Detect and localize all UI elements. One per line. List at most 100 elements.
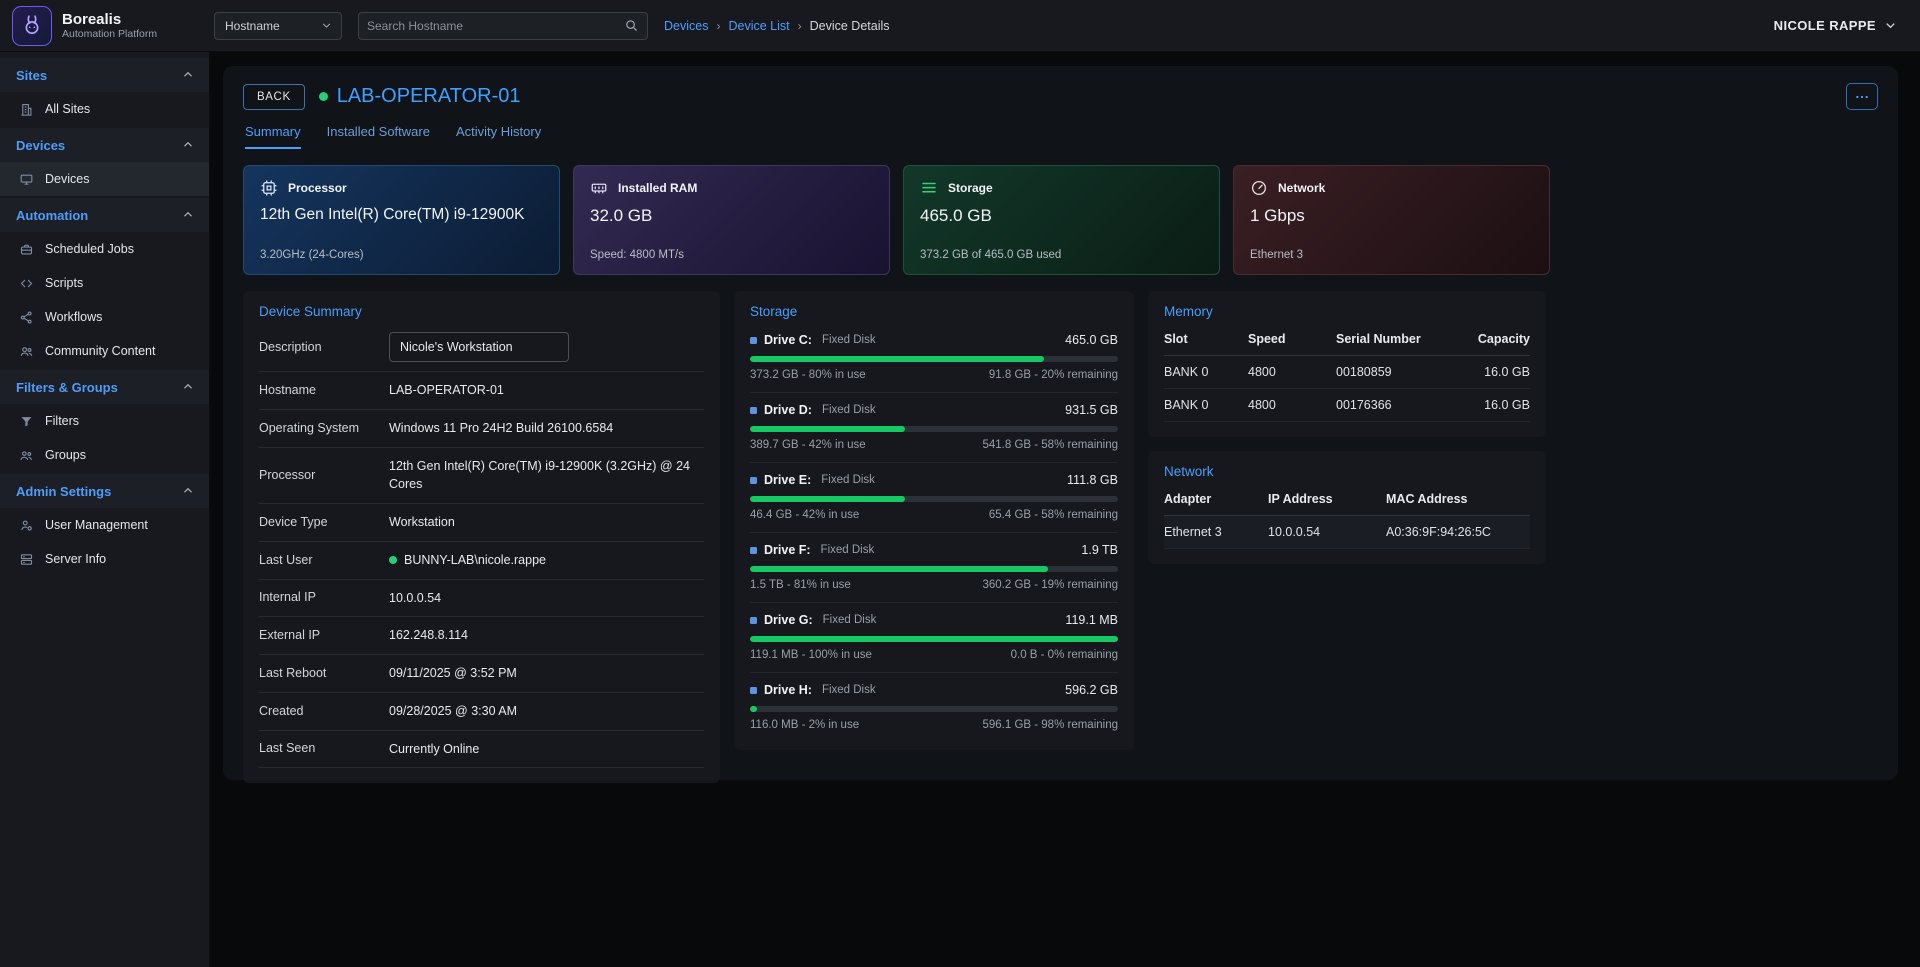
row-label: Last User	[259, 552, 389, 569]
hostname-filter-dropdown[interactable]: Hostname	[214, 12, 342, 40]
card-title: Memory	[1164, 304, 1530, 319]
drive-type: Fixed Disk	[822, 404, 876, 416]
tab-installed-software[interactable]: Installed Software	[327, 124, 430, 149]
drive-row-h: Drive H: Fixed Disk 596.2 GB 116.0 MB - …	[750, 673, 1118, 735]
sidebar-item-groups[interactable]: Groups	[0, 438, 209, 472]
summary-row: Last Reboot 09/11/2025 @ 3:52 PM	[259, 655, 704, 693]
sidebar-item-server-info[interactable]: Server Info	[0, 542, 209, 576]
stat-value: 1 Gbps	[1250, 206, 1533, 226]
drive-remaining: 65.4 GB - 58% remaining	[989, 509, 1118, 521]
groups-icon	[18, 448, 34, 463]
briefcase-icon	[18, 242, 34, 257]
device-name: LAB-OPERATOR-01	[337, 85, 521, 108]
sidebar-section-devices[interactable]: Devices	[0, 128, 209, 162]
drive-type: Fixed Disk	[821, 474, 875, 486]
sidebar-section-automation[interactable]: Automation	[0, 198, 209, 232]
drive-row-d: Drive D: Fixed Disk 931.5 GB 389.7 GB - …	[750, 393, 1118, 463]
summary-row-last-user: Last User BUNNY-LAB\nicole.rappe	[259, 542, 704, 580]
more-options-button[interactable]	[1846, 83, 1878, 110]
device-summary-card: Device Summary Description Hostname LAB-…	[243, 291, 720, 783]
drive-bullet-icon	[750, 337, 757, 344]
summary-row: Hostname LAB-OPERATOR-01	[259, 372, 704, 410]
breadcrumb-device-list[interactable]: Device List	[728, 19, 789, 33]
network-card: Network Adapter IP Address MAC Address E…	[1148, 451, 1546, 564]
chevron-down-icon	[1883, 18, 1898, 33]
breadcrumb-devices[interactable]: Devices	[664, 19, 708, 33]
drive-name: Drive G:	[764, 613, 813, 627]
user-gear-icon	[18, 518, 34, 533]
drive-type: Fixed Disk	[821, 544, 875, 556]
summary-row: Processor 12th Gen Intel(R) Core(TM) i9-…	[259, 448, 704, 505]
tab-bar: Summary Installed Software Activity Hist…	[243, 124, 1878, 149]
last-user-value: BUNNY-LAB\nicole.rappe	[404, 551, 546, 570]
sidebar-item-scripts[interactable]: Scripts	[0, 266, 209, 300]
detail-columns: Device Summary Description Hostname LAB-…	[243, 291, 1878, 783]
drive-size: 111.8 GB	[1067, 473, 1118, 487]
stat-sub: Speed: 4800 MT/s	[590, 249, 873, 261]
drive-size: 596.2 GB	[1065, 683, 1118, 697]
row-value: Currently Online	[389, 740, 479, 759]
sidebar-item-scheduled-jobs[interactable]: Scheduled Jobs	[0, 232, 209, 266]
description-input[interactable]	[389, 332, 569, 362]
sidebar-item-workflows[interactable]: Workflows	[0, 300, 209, 334]
summary-row: Device Type Workstation	[259, 504, 704, 542]
chevron-up-icon	[181, 138, 195, 152]
sidebar-item-user-management[interactable]: User Management	[0, 508, 209, 542]
sidebar-section-sites[interactable]: Sites	[0, 58, 209, 92]
drive-used: 1.5 TB - 81% in use	[750, 579, 851, 591]
brand-tagline: Automation Platform	[62, 28, 157, 40]
section-label: Sites	[16, 68, 47, 83]
ellipsis-icon	[1854, 89, 1870, 105]
usage-bar	[750, 496, 1118, 502]
stat-title: Network	[1278, 181, 1325, 195]
drive-used: 389.7 GB - 42% in use	[750, 439, 866, 451]
drive-bullet-icon	[750, 407, 757, 414]
drive-type: Fixed Disk	[823, 614, 877, 626]
sidebar-item-devices[interactable]: Devices	[0, 162, 209, 196]
search-input[interactable]	[367, 19, 624, 33]
topbar: Borealis Automation Platform Hostname De…	[0, 0, 1920, 52]
usage-bar	[750, 356, 1118, 362]
sidebar-item-all-sites[interactable]: All Sites	[0, 92, 209, 126]
drive-bullet-icon	[750, 617, 757, 624]
device-details-panel: BACK LAB-OPERATOR-01 Summary Installed S…	[223, 66, 1898, 780]
sidebar-item-filters[interactable]: Filters	[0, 404, 209, 438]
tab-activity-history[interactable]: Activity History	[456, 124, 541, 149]
cell-serial: 00176366	[1336, 389, 1462, 421]
drive-bullet-icon	[750, 547, 757, 554]
cell-mac: A0:36:9F:94:26:5C	[1386, 516, 1530, 548]
drive-size: 931.5 GB	[1065, 403, 1118, 417]
section-label: Admin Settings	[16, 484, 111, 499]
drive-type: Fixed Disk	[822, 334, 876, 346]
sidebar-item-community-content[interactable]: Community Content	[0, 334, 209, 368]
breadcrumb: Devices › Device List › Device Details	[664, 19, 890, 33]
cell-slot: BANK 0	[1164, 389, 1248, 421]
chevron-up-icon	[181, 380, 195, 394]
column-header: IP Address	[1268, 483, 1386, 515]
drive-bullet-icon	[750, 477, 757, 484]
sidebar-item-label: Workflows	[45, 310, 102, 324]
user-menu[interactable]: NICOLE RAPPE	[1774, 18, 1898, 33]
monitor-icon	[18, 172, 34, 187]
back-button[interactable]: BACK	[243, 84, 305, 110]
storage-card: Storage Drive C: Fixed Disk 465.0 GB 373…	[734, 291, 1134, 750]
sidebar-section-filters-groups[interactable]: Filters & Groups	[0, 370, 209, 404]
table-header-row: Slot Speed Serial Number Capacity	[1164, 323, 1530, 356]
breadcrumb-separator: ›	[798, 19, 802, 33]
sidebar-section-admin-settings[interactable]: Admin Settings	[0, 474, 209, 508]
table-row: BANK 0 4800 00180859 16.0 GB	[1164, 356, 1530, 389]
column-header: Serial Number	[1336, 323, 1462, 355]
borealis-logo-icon	[12, 6, 52, 46]
card-title: Network	[1164, 464, 1530, 479]
building-icon	[18, 102, 34, 117]
sidebar-item-label: Devices	[45, 172, 89, 186]
row-label: Last Reboot	[259, 665, 389, 682]
sidebar-item-label: All Sites	[45, 102, 90, 116]
row-label: Device Type	[259, 514, 389, 531]
stat-card-processor: Processor 12th Gen Intel(R) Core(TM) i9-…	[243, 165, 560, 275]
tab-summary[interactable]: Summary	[245, 124, 301, 149]
search-icon	[624, 18, 639, 33]
drive-name: Drive E:	[764, 473, 811, 487]
cell-speed: 4800	[1248, 356, 1336, 388]
cell-capacity: 16.0 GB	[1462, 389, 1530, 421]
